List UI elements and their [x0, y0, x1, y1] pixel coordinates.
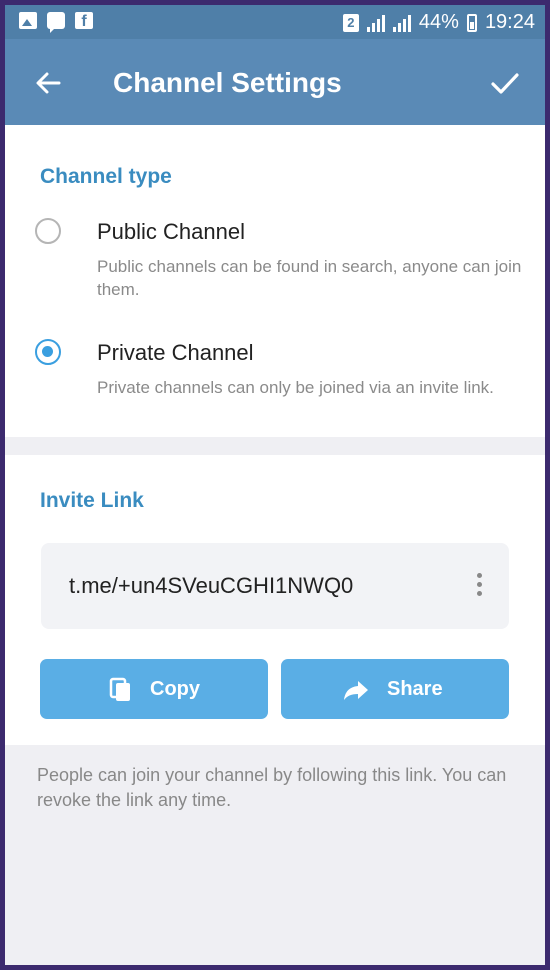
- status-bar: f 2 44% 19:24: [5, 5, 545, 39]
- message-icon: [47, 12, 65, 33]
- radio-public[interactable]: [35, 218, 61, 244]
- share-label: Share: [387, 678, 443, 700]
- app-bar: Channel Settings: [5, 39, 545, 125]
- option-private-channel[interactable]: Private Channel Private channels can onl…: [5, 330, 545, 430]
- arrow-left-icon[interactable]: [29, 63, 69, 103]
- option-title: Public Channel: [97, 219, 245, 244]
- more-vertical-icon[interactable]: [477, 573, 483, 600]
- copy-icon: [109, 677, 130, 701]
- radio-private[interactable]: [35, 339, 61, 365]
- invite-link-box[interactable]: t.me/+un4SVeuCGHI1NWQ0: [41, 543, 509, 629]
- copy-button[interactable]: Copy: [40, 659, 268, 719]
- facebook-icon: f: [75, 12, 93, 30]
- invite-link-text[interactable]: t.me/+un4SVeuCGHI1NWQ0: [69, 573, 353, 599]
- share-icon: [344, 681, 368, 700]
- option-public-channel[interactable]: Public Channel Public channels can be fo…: [5, 209, 545, 309]
- invite-link-section: Invite Link t.me/+un4SVeuCGHI1NWQ0 Copy …: [5, 455, 545, 745]
- share-button[interactable]: Share: [281, 659, 509, 719]
- signal-icon-2: [392, 14, 411, 32]
- channel-type-header: Channel type: [40, 165, 172, 188]
- battery-percent: 44%: [418, 11, 459, 33]
- battery-icon: [466, 13, 477, 32]
- sim-badge: 2: [342, 13, 359, 32]
- screen: f 2 44% 19:24 Channel Settings Channel t…: [5, 5, 545, 965]
- invite-link-footer: People can join your channel by followin…: [37, 765, 507, 810]
- page-title: Channel Settings: [113, 67, 342, 98]
- channel-type-section: Channel type Public Channel Public chann…: [5, 125, 545, 437]
- option-description: Private channels can only be joined via …: [97, 378, 494, 397]
- clock: 19:24: [484, 11, 535, 33]
- signal-icon: [366, 14, 385, 32]
- invite-link-header: Invite Link: [40, 489, 144, 512]
- check-icon[interactable]: [485, 63, 525, 103]
- copy-label: Copy: [150, 678, 200, 700]
- image-icon: [19, 12, 37, 29]
- option-title: Private Channel: [97, 340, 254, 365]
- option-description: Public channels can be found in search, …: [97, 257, 522, 299]
